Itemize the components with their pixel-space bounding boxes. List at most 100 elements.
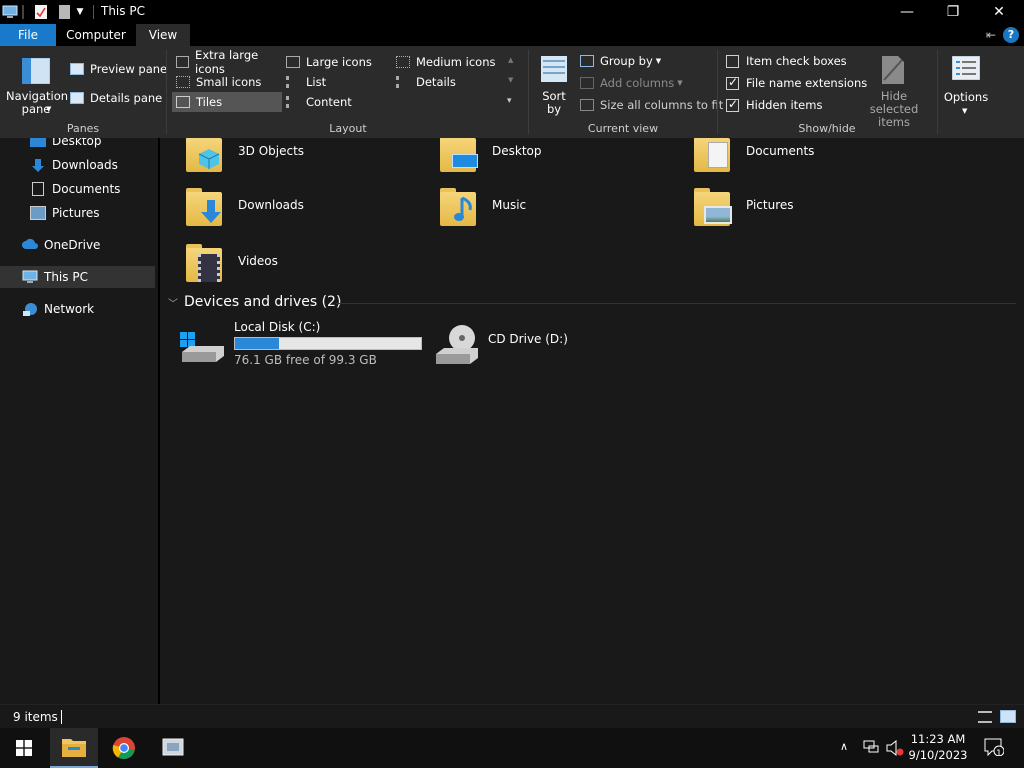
details-pane-button[interactable]: Details pane <box>70 91 162 105</box>
hidden-items-toggle[interactable]: Hidden items <box>726 97 822 112</box>
sidebar-item-desktop[interactable]: Desktop 📌 <box>30 138 158 152</box>
help-icon[interactable]: ? <box>1003 27 1019 43</box>
folder-documents[interactable]: Documents <box>692 138 932 186</box>
file-name-extensions-toggle[interactable]: File name extensions <box>726 75 867 90</box>
minimize-button[interactable]: — <box>884 0 930 24</box>
group-by-label: Group by <box>600 54 653 68</box>
tab-computer[interactable]: Computer <box>58 24 134 46</box>
layout-small-icons[interactable]: Small icons <box>172 72 282 92</box>
navigation-pane-button[interactable]: Navigation pane ▼ <box>6 52 68 116</box>
hidden-items-checkbox[interactable] <box>726 97 739 112</box>
gallery-expand-icon[interactable]: ▾ <box>507 96 512 106</box>
sidebar-item-network[interactable]: Network <box>22 298 158 320</box>
details-pane-label: Details pane <box>90 91 163 105</box>
folder-videos[interactable]: Videos <box>184 242 424 296</box>
layout-tiles[interactable]: Tiles <box>172 92 282 112</box>
sidebar-item-downloads[interactable]: Downloads 📌 <box>30 154 158 176</box>
taskbar-app[interactable] <box>149 728 197 768</box>
sort-by-button[interactable]: Sort by <box>536 52 572 116</box>
clock-date: 9/10/2023 <box>908 748 968 762</box>
group-label-current-view: Current view <box>587 122 659 135</box>
layout-label: Small icons <box>196 75 262 89</box>
drive-local-disk-c[interactable]: Local Disk (C:) 76.1 GB free of 99.3 GB <box>180 320 430 367</box>
item-check-boxes-toggle[interactable]: Item check boxes <box>726 54 847 68</box>
sidebar-item-label: Pictures <box>52 206 100 220</box>
size-all-columns-button[interactable]: Size all columns to fit <box>580 98 723 112</box>
folder-downloads[interactable]: Downloads <box>184 186 424 240</box>
devices-group-header[interactable]: ﹀ Devices and drives (2) <box>168 294 341 310</box>
desktop-icon <box>30 138 46 147</box>
quick-access-dropdown-icon[interactable]: ▼ <box>74 3 86 21</box>
preview-pane-button[interactable]: Preview pane <box>70 62 167 76</box>
sidebar-item-this-pc[interactable]: This PC <box>0 266 155 288</box>
close-button[interactable]: ✕ <box>976 0 1022 24</box>
drive-free-space: 76.1 GB free of 99.3 GB <box>234 353 377 367</box>
window-title: This PC <box>101 4 145 18</box>
status-bar: 9 items <box>0 704 1024 728</box>
group-label-panes: Panes <box>66 122 100 135</box>
content-icon <box>286 96 300 108</box>
folder-music[interactable]: Music <box>438 186 678 240</box>
folder-pictures[interactable]: Pictures <box>692 186 932 240</box>
start-button[interactable] <box>0 728 48 768</box>
folder-3d-objects[interactable]: 3D Objects <box>184 138 424 186</box>
layout-label: Medium icons <box>416 55 496 69</box>
picture-icon <box>30 206 46 220</box>
folder-name: Pictures <box>746 198 794 212</box>
drive-cd-d[interactable]: CD Drive (D:) <box>434 324 654 370</box>
sidebar-item-onedrive[interactable]: OneDrive <box>22 234 158 256</box>
item-count: 9 items <box>13 710 58 724</box>
restore-button[interactable]: ❐ <box>930 0 976 24</box>
status-separator <box>61 710 62 724</box>
hide-selected-items-button[interactable]: Hide selected items <box>858 52 930 129</box>
folder-pictures-icon <box>692 186 736 230</box>
details-view-icon[interactable] <box>978 711 992 723</box>
size-all-columns-label: Size all columns to fit <box>600 98 724 112</box>
large-icons-view-icon[interactable] <box>1000 710 1016 723</box>
details-pane-icon <box>70 92 84 104</box>
disk-usage-bar <box>234 337 422 350</box>
clock[interactable]: 11:23 AM 9/10/2023 <box>908 731 968 763</box>
gallery-scroll-down-icon[interactable]: ▼ <box>508 76 513 84</box>
sidebar-item-label: Downloads <box>52 158 118 172</box>
group-by-button[interactable]: Group by ▼ <box>580 54 661 68</box>
volume-muted-icon[interactable] <box>886 739 904 760</box>
add-columns-icon <box>580 77 594 89</box>
sidebar-item-pictures[interactable]: Pictures 📌 <box>30 202 158 224</box>
layout-extra-large-icons[interactable]: Extra large icons <box>172 48 284 76</box>
properties-icon[interactable] <box>34 3 48 21</box>
folder-downloads-icon <box>184 186 228 230</box>
this-pc-icon[interactable] <box>2 3 18 21</box>
file-name-extensions-checkbox[interactable] <box>726 75 739 90</box>
item-check-boxes-checkbox[interactable] <box>726 54 739 68</box>
layout-details[interactable]: Details <box>392 72 502 92</box>
sidebar-item-documents[interactable]: Documents 📌 <box>30 178 158 200</box>
add-columns-button[interactable]: Add columns ▼ <box>580 76 683 90</box>
layout-list[interactable]: List <box>282 72 390 92</box>
layout-large-icons[interactable]: Large icons <box>282 52 390 72</box>
folder-desktop[interactable]: Desktop <box>438 138 678 186</box>
sort-by-label: Sort by <box>542 89 566 116</box>
new-folder-icon[interactable] <box>58 3 70 21</box>
notification-count-badge: 1 <box>996 749 1002 759</box>
folder-3d-icon <box>184 138 228 176</box>
title-separator <box>93 5 94 19</box>
taskbar-chrome[interactable] <box>100 728 148 768</box>
tab-file[interactable]: File <box>0 24 56 46</box>
folder-name: Music <box>492 198 527 212</box>
layout-content[interactable]: Content <box>282 92 390 112</box>
sidebar-item-label: OneDrive <box>44 238 101 252</box>
taskbar-file-explorer[interactable] <box>50 728 98 768</box>
pin-ribbon-icon[interactable]: ⇤ <box>986 28 996 42</box>
options-button[interactable]: Options ▼ <box>942 52 990 116</box>
large-icons-icon <box>286 56 300 68</box>
show-hidden-icons-chevron-icon[interactable]: ∧ <box>840 740 848 753</box>
drive-name: CD Drive (D:) <box>488 332 568 346</box>
layout-medium-icons[interactable]: Medium icons <box>392 52 502 72</box>
tab-view[interactable]: View <box>136 24 190 46</box>
file-list: 3D Objects Desktop Documents Downloads M… <box>160 138 1024 704</box>
collapse-chevron-icon[interactable]: ﹀ <box>168 295 178 310</box>
preview-pane-label: Preview pane <box>90 62 168 76</box>
network-status-icon[interactable] <box>863 740 879 758</box>
gallery-scroll-up-icon[interactable]: ▲ <box>508 56 513 64</box>
